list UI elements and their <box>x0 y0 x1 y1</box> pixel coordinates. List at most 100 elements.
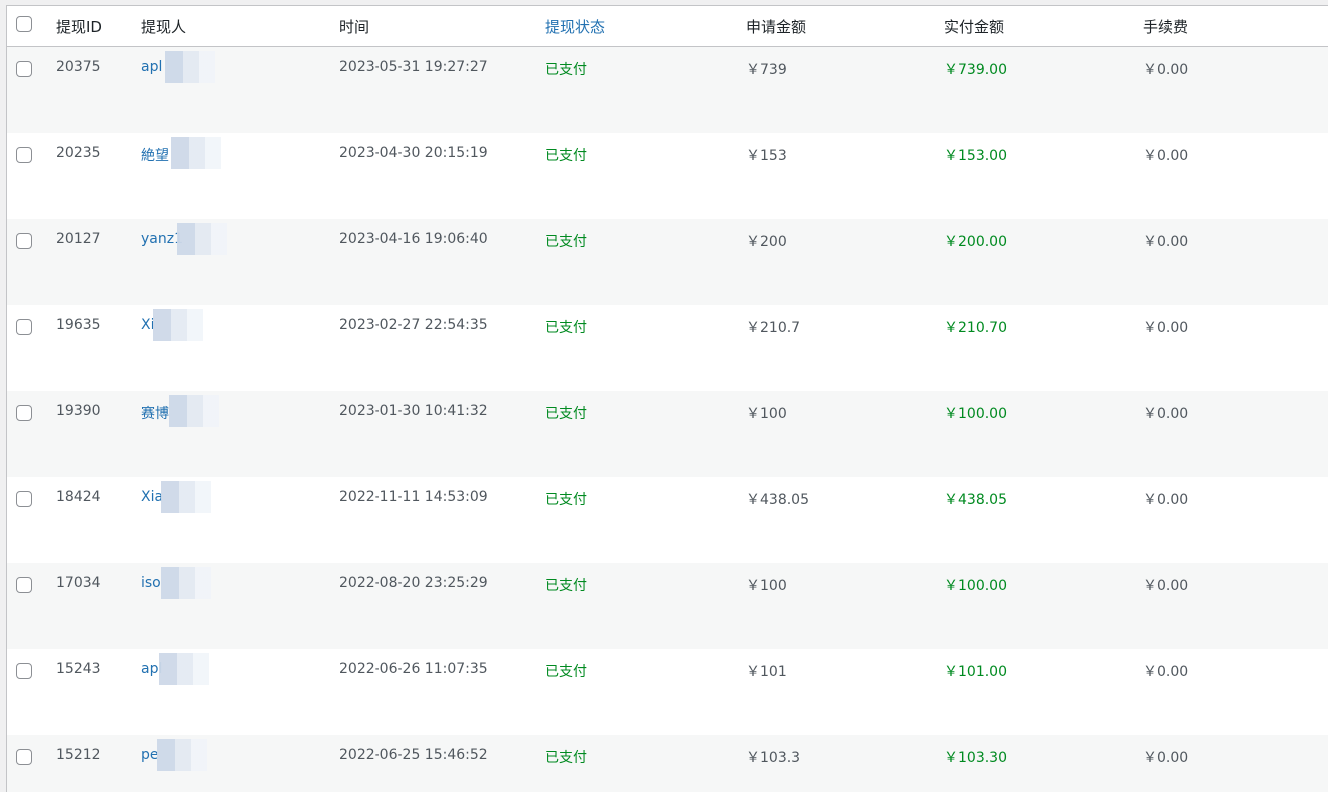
paid-amount: ￥100.00 <box>944 577 1007 594</box>
redaction-blur <box>161 566 211 599</box>
withdrawal-status-cell: 已支付 <box>540 649 741 735</box>
withdrawal-time: 2022-06-26 11:07:35 <box>339 660 488 677</box>
withdrawal-status-badge: 已支付 <box>545 577 587 594</box>
row-checkbox[interactable] <box>16 232 32 249</box>
fee-amount: ￥0.00 <box>1143 405 1189 422</box>
withdrawal-status-badge: 已支付 <box>545 62 587 78</box>
apply-amount: ￥100 <box>746 405 787 422</box>
withdrawal-user-cell: 絶望 <box>136 133 334 219</box>
withdrawal-time: 2023-04-16 19:06:40 <box>339 230 488 247</box>
withdrawal-time: 2022-11-11 14:53:09 <box>339 488 488 505</box>
withdrawal-user-link[interactable]: 絶望 <box>141 148 169 164</box>
apply-amount: ￥200 <box>746 233 787 250</box>
withdrawal-user-link[interactable]: Xi <box>141 317 154 333</box>
paid-amount: ￥200.00 <box>944 233 1007 250</box>
row-checkbox[interactable] <box>16 404 32 421</box>
row-checkbox[interactable] <box>16 576 32 593</box>
table-row: 20235 絶望 2023-04-30 20:15:19 已支付 ￥153 ￥1… <box>7 132 1328 219</box>
withdrawal-status-cell: 已支付 <box>540 47 741 133</box>
row-select-cell <box>7 219 51 305</box>
row-checkbox[interactable] <box>16 490 32 507</box>
withdrawal-user-link[interactable]: iso <box>141 575 161 591</box>
fee-amount: ￥0.00 <box>1143 491 1189 508</box>
withdrawal-id: 20375 <box>56 59 101 75</box>
withdrawal-id: 20127 <box>56 230 101 247</box>
withdrawal-user-link[interactable]: yanz1 <box>141 231 183 247</box>
withdrawal-user-link[interactable]: apl <box>141 661 162 677</box>
redaction-blur <box>159 652 209 685</box>
withdrawal-id: 20235 <box>56 144 101 161</box>
row-checkbox[interactable] <box>16 318 32 335</box>
row-checkbox[interactable] <box>16 748 32 765</box>
table-row: 20127 yanz1 2023-04-16 19:06:40 已支付 ￥200… <box>7 218 1328 305</box>
paid-amount: ￥739.00 <box>944 62 1007 78</box>
withdrawal-status-cell: 已支付 <box>540 133 741 219</box>
apply-amount: ￥101 <box>746 663 787 680</box>
fee-amount: ￥0.00 <box>1143 233 1189 250</box>
row-select-cell <box>7 735 51 792</box>
table-row: 19390 赛博 2023-01-30 10:41:32 已支付 ￥100 ￥1… <box>7 390 1328 477</box>
column-header-paid-amount: 实付金额 <box>939 6 1138 47</box>
row-select-cell <box>7 133 51 219</box>
withdrawal-user-link[interactable]: apl <box>141 59 162 75</box>
paid-amount-cell: ￥153.00 <box>939 133 1138 219</box>
redaction-blur <box>153 308 203 341</box>
withdrawal-id: 19390 <box>56 402 101 419</box>
row-checkbox[interactable] <box>16 61 32 77</box>
withdrawal-status-cell: 已支付 <box>540 219 741 305</box>
withdrawal-id: 18424 <box>56 488 101 505</box>
withdrawal-status-cell: 已支付 <box>540 735 741 792</box>
paid-amount-cell: ￥739.00 <box>939 47 1138 133</box>
withdrawal-table-panel: 提现ID 提现人 时间 提现状态 申请金额 实付金额 手续费 20375 apl <box>6 5 1328 792</box>
column-header-apply-amount: 申请金额 <box>741 6 939 47</box>
paid-amount-cell: ￥210.70 <box>939 305 1138 391</box>
withdrawal-status-badge: 已支付 <box>545 491 587 508</box>
withdrawal-user-cell: yanz1 <box>136 219 334 305</box>
withdrawal-table: 提现ID 提现人 时间 提现状态 申请金额 实付金额 手续费 20375 apl <box>7 6 1328 792</box>
row-checkbox[interactable] <box>16 146 32 163</box>
row-select-cell <box>7 649 51 735</box>
withdrawal-user-cell: iso <box>136 563 334 649</box>
row-select-cell <box>7 47 51 133</box>
fee-amount: ￥0.00 <box>1143 749 1189 766</box>
withdrawal-user-link[interactable]: pe <box>141 747 159 763</box>
paid-amount-cell: ￥100.00 <box>939 391 1138 477</box>
withdrawal-user-cell: Xi <box>136 305 334 391</box>
column-header-status-link[interactable]: 提现状态 <box>545 18 605 36</box>
column-header-fee: 手续费 <box>1138 6 1328 47</box>
withdrawal-status-badge: 已支付 <box>545 663 587 680</box>
withdrawal-user-link[interactable]: 赛博 <box>141 406 169 422</box>
redaction-blur <box>169 394 219 427</box>
fee-amount: ￥0.00 <box>1143 147 1189 164</box>
withdrawal-status-badge: 已支付 <box>545 319 587 336</box>
withdrawal-user-cell: Xia <box>136 477 334 563</box>
withdrawal-status-cell: 已支付 <box>540 391 741 477</box>
redaction-blur <box>177 222 227 255</box>
row-checkbox[interactable] <box>16 662 32 679</box>
redaction-blur <box>157 738 207 771</box>
row-select-cell <box>7 391 51 477</box>
column-header-user: 提现人 <box>136 6 334 47</box>
apply-amount: ￥210.7 <box>746 319 801 336</box>
withdrawal-status-badge: 已支付 <box>545 233 587 250</box>
paid-amount-cell: ￥101.00 <box>939 649 1138 735</box>
table-row: 15212 pe 2022-06-25 15:46:52 已支付 ￥103.3 … <box>7 734 1328 792</box>
apply-amount: ￥103.3 <box>746 749 801 766</box>
fee-amount: ￥0.00 <box>1143 663 1189 680</box>
withdrawal-user-cell: apl <box>136 649 334 735</box>
withdrawal-id: 17034 <box>56 574 101 591</box>
withdrawal-id: 15212 <box>56 746 101 763</box>
paid-amount: ￥101.00 <box>944 663 1007 680</box>
apply-amount: ￥739 <box>746 62 787 78</box>
fee-amount: ￥0.00 <box>1143 577 1189 594</box>
row-select-cell <box>7 305 51 391</box>
table-row: 15243 apl 2022-06-26 11:07:35 已支付 ￥101 ￥… <box>7 648 1328 735</box>
withdrawal-status-badge: 已支付 <box>545 749 587 766</box>
withdrawal-user-link[interactable]: Xia <box>141 489 163 505</box>
withdrawal-id: 19635 <box>56 316 101 333</box>
row-select-cell <box>7 563 51 649</box>
table-header-row: 提现ID 提现人 时间 提现状态 申请金额 实付金额 手续费 <box>7 6 1328 47</box>
column-header-status[interactable]: 提现状态 <box>540 6 741 47</box>
paid-amount: ￥210.70 <box>944 319 1007 336</box>
select-all-checkbox[interactable] <box>16 16 32 32</box>
